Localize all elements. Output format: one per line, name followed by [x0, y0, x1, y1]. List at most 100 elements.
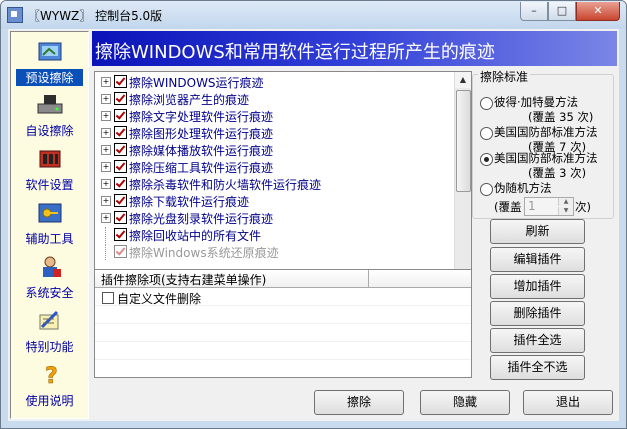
tree-item-label: 擦除Windows系统还原痕迹 [129, 246, 279, 260]
sidebar-item-settings[interactable]: 软件设置 [11, 143, 88, 195]
expand-icon[interactable]: + [101, 77, 111, 87]
caption-buttons: – □ ✕ [520, 2, 620, 21]
expand-icon[interactable]: + [101, 111, 111, 121]
tree-item-checkbox[interactable] [114, 160, 127, 173]
expand-icon[interactable]: + [101, 162, 111, 172]
sidebar-item-label: 系统安全 [25, 286, 74, 300]
tree-item-label: 擦除杀毒软件和防火墙软件运行痕迹 [129, 178, 322, 192]
key-icon [38, 203, 62, 223]
tree-scrollbar[interactable]: ▲ ▼ [454, 72, 471, 299]
tree-item-label: 擦除浏览器产生的痕迹 [129, 93, 250, 107]
expand-icon[interactable]: + [101, 145, 111, 155]
tree-item-label: 擦除下载软件运行痕迹 [129, 195, 250, 209]
sidebar-item-tools[interactable]: 辅助工具 [11, 197, 88, 249]
sidebar-item-label: 预设擦除 [16, 69, 83, 86]
expand-icon[interactable]: + [101, 213, 111, 223]
tools-icon [39, 150, 61, 168]
tree-connector [105, 244, 106, 260]
scroll-up-icon[interactable]: ▲ [455, 72, 471, 88]
tree-item-checkbox[interactable] [114, 75, 127, 88]
stepper-up-icon[interactable]: ▲ [558, 198, 573, 206]
maximize-button[interactable]: □ [548, 2, 576, 21]
trace-tree[interactable]: + 擦除WINDOWS运行痕迹 + 擦除浏览器产生的痕迹 + 擦除文字处理软件运… [94, 71, 472, 300]
sidebar-item-label: 软件设置 [25, 178, 74, 192]
security-icon [43, 256, 61, 277]
plugin-header-label: 插件擦除项(支持右建菜单操作) [101, 273, 267, 287]
standard-option-label[interactable]: 美国国防部标准方法 [494, 150, 598, 166]
standard-option-label[interactable]: 伪随机方法 [494, 180, 552, 196]
close-button[interactable]: ✕ [576, 2, 620, 21]
tree-item-checkbox[interactable] [114, 126, 127, 139]
standard-option-radio-selected[interactable] [480, 153, 493, 166]
select-all-plugins-button[interactable]: 插件全选 [490, 328, 585, 353]
tree-item-label: 擦除光盘刻录软件运行痕迹 [129, 212, 274, 226]
sidebar-item-label: 自设擦除 [25, 124, 74, 138]
scroll-thumb[interactable] [456, 90, 471, 192]
hide-button[interactable]: 隐藏 [420, 390, 510, 415]
delete-plugin-button[interactable]: 删除插件 [490, 301, 585, 326]
expand-icon[interactable]: + [101, 179, 111, 189]
tree-item-label: 擦除WINDOWS运行痕迹 [129, 76, 264, 90]
standard-option-label[interactable]: 美国国防部标准方法 [494, 124, 598, 140]
plugin-header-extra[interactable] [369, 270, 471, 288]
sidebar: 预设擦除 自设擦除 软件设置 辅助工具 系统安全 特别功能 ? 使用说明 [10, 31, 89, 419]
tree-item-label: 擦除压缩工具软件运行痕迹 [129, 161, 274, 175]
plugin-list[interactable]: 插件擦除项(支持右建菜单操作) 自定义文件删除 [94, 269, 472, 378]
minimize-button[interactable]: – [520, 2, 548, 21]
deselect-all-plugins-button[interactable]: 插件全不选 [490, 355, 585, 380]
standard-option-label[interactable]: 彼得·加特曼方法 [494, 94, 578, 110]
tree-connector [105, 227, 106, 243]
tree-item-checkbox[interactable] [114, 92, 127, 105]
standard-option-radio[interactable] [480, 127, 493, 140]
standard-option-radio[interactable] [480, 183, 493, 196]
expand-icon[interactable]: + [101, 196, 111, 206]
custom-count-suffix: 次) [575, 200, 591, 214]
svg-text:?: ? [45, 364, 58, 387]
tree-item-checkbox[interactable] [114, 211, 127, 224]
standard-option-note: (覆盖 3 次) [528, 166, 587, 180]
stepper-down-icon[interactable]: ▼ [558, 207, 573, 215]
sidebar-item-label: 辅助工具 [25, 232, 74, 246]
sidebar-item-label: 特别功能 [25, 340, 74, 354]
help-icon: ? [45, 364, 58, 387]
add-plugin-button[interactable]: 增加插件 [490, 274, 585, 299]
refresh-button[interactable]: 刷新 [490, 219, 585, 244]
tree-item-checkbox[interactable] [114, 177, 127, 190]
custom-count-stepper[interactable]: 1 ▲ ▼ [524, 197, 574, 216]
tree-item-label: 擦除媒体播放软件运行痕迹 [129, 144, 274, 158]
app-icon [7, 7, 23, 23]
page-banner: 擦除WINDOWS和常用软件运行过程所产生的痕迹 [92, 31, 617, 66]
tree-item-label: 擦除图形处理软件运行痕迹 [129, 127, 274, 141]
special-icon [39, 310, 59, 330]
window-title: 〖WYWZ〗 控制台5.0版 [28, 9, 163, 23]
sidebar-item-label: 使用说明 [25, 394, 74, 408]
sidebar-item-special[interactable]: 特别功能 [11, 305, 88, 357]
plugin-row-empty [95, 342, 471, 360]
standard-group-title: 擦除标准 [478, 68, 531, 85]
plugin-row-checkbox[interactable] [102, 292, 114, 304]
erase-button[interactable]: 擦除 [314, 390, 404, 415]
plugin-row-empty [95, 324, 471, 342]
custom-count-value: 1 [528, 199, 536, 213]
preset-icon [38, 42, 62, 61]
title-bar: 〖WYWZ〗 控制台5.0版 – □ ✕ [1, 1, 626, 29]
exit-button[interactable]: 退出 [523, 390, 613, 415]
custom-count-prefix: (覆盖 [494, 200, 522, 214]
tree-item-checkbox[interactable] [114, 143, 127, 156]
expand-icon[interactable]: + [101, 94, 111, 104]
plugin-header[interactable]: 插件擦除项(支持右建菜单操作) [95, 270, 369, 288]
standard-option-note: (覆盖 35 次) [528, 110, 594, 124]
plugin-row[interactable]: 自定义文件删除 [95, 288, 471, 306]
sidebar-item-security[interactable]: 系统安全 [11, 251, 88, 303]
drive-icon [37, 95, 63, 114]
tree-item-checkbox[interactable] [114, 194, 127, 207]
edit-plugin-button[interactable]: 编辑插件 [490, 247, 585, 272]
sidebar-item-preset[interactable]: 预设擦除 [11, 36, 88, 88]
tree-item-checkbox[interactable] [114, 109, 127, 122]
tree-item-checkbox[interactable] [114, 245, 127, 258]
sidebar-item-help[interactable]: ? 使用说明 [11, 359, 88, 411]
sidebar-item-custom[interactable]: 自设擦除 [11, 89, 88, 141]
tree-item-checkbox[interactable] [114, 228, 127, 241]
standard-option-radio[interactable] [480, 97, 493, 110]
expand-icon[interactable]: + [101, 128, 111, 138]
